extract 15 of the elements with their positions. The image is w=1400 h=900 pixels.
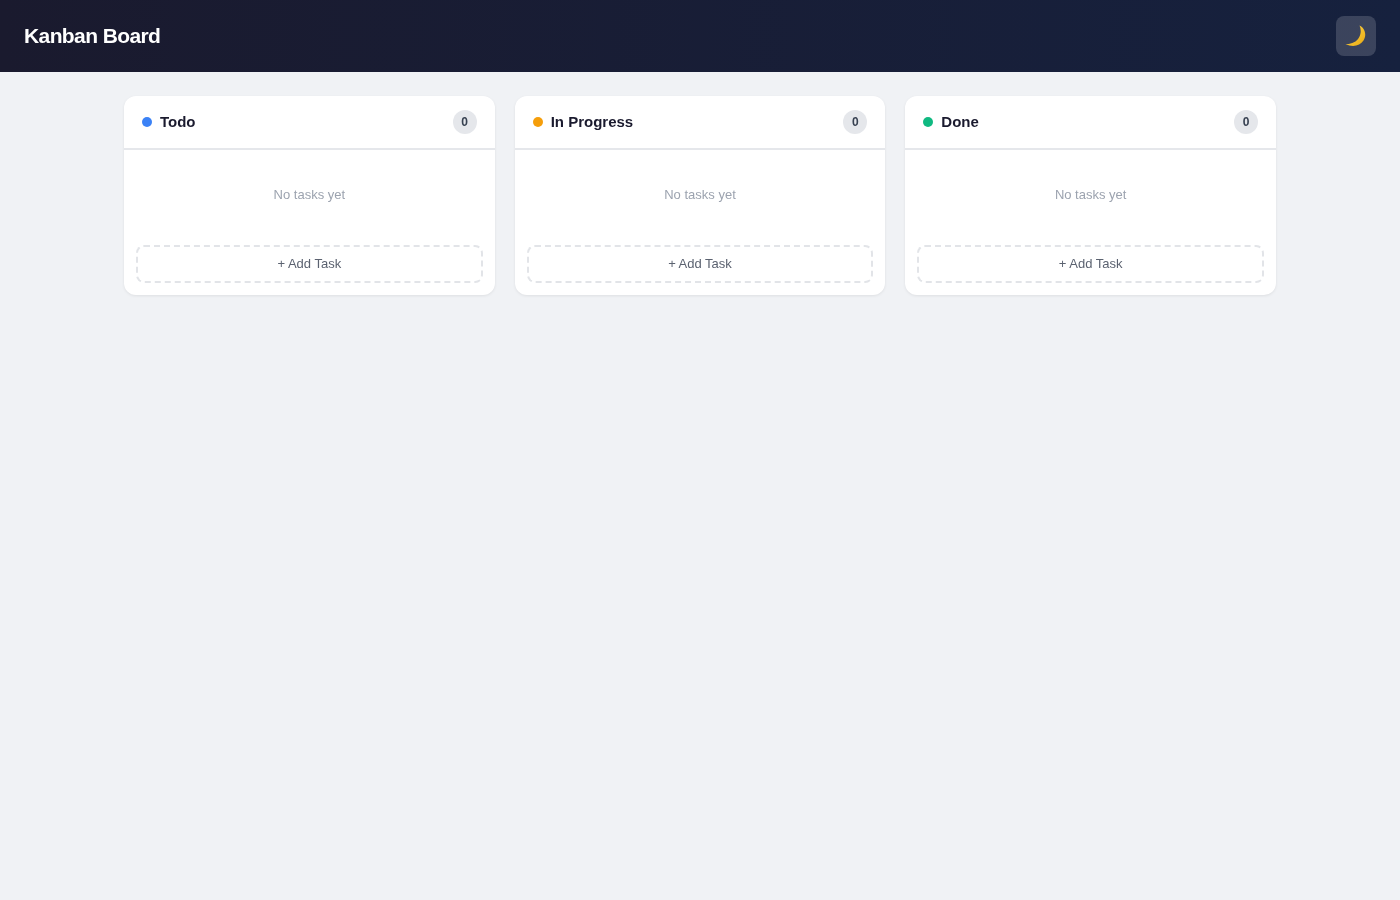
task-count-badge: 0: [843, 110, 868, 134]
add-task-button[interactable]: + Add Task: [136, 245, 483, 283]
add-task-button[interactable]: + Add Task: [917, 245, 1264, 283]
task-count-badge: 0: [1234, 110, 1258, 134]
crescent-moon-icon: [1345, 25, 1367, 47]
add-task-button[interactable]: + Add Task: [526, 245, 874, 283]
theme-toggle-button[interactable]: [1336, 16, 1376, 56]
task-count-badge: 0: [452, 110, 477, 134]
empty-state-text: No tasks yet: [1054, 187, 1127, 202]
app-title: Kanban Board: [24, 23, 161, 49]
column-title: Done: [941, 111, 980, 132]
empty-state-text: No tasks yet: [273, 187, 346, 202]
empty-state-text: No tasks yet: [664, 187, 736, 202]
column-title: In Progress: [550, 111, 635, 132]
column-title: Todo: [160, 111, 197, 132]
